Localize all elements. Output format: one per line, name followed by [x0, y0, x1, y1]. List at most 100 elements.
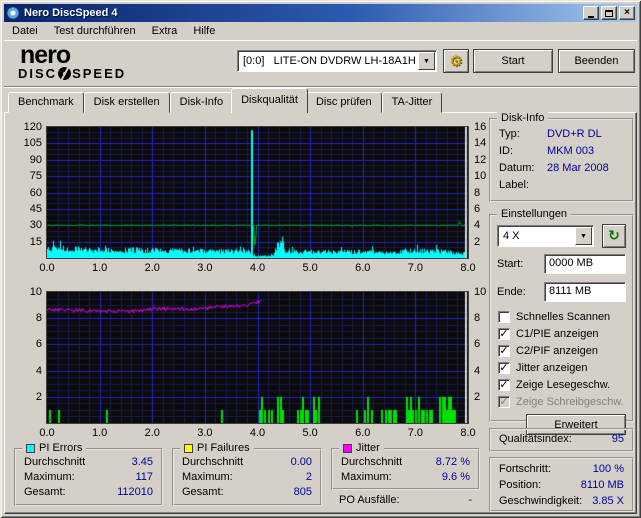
stats-panel-title: PI Errors — [22, 442, 87, 454]
axis-tick-label: 2 — [35, 390, 42, 403]
disc-icon — [58, 67, 72, 80]
stats-value: 2 — [305, 471, 312, 483]
drive-selector[interactable]: [0:0] LITE-ON DVDRW LH-18A1H HL09 ▼ — [237, 50, 437, 72]
tab-benchmark[interactable]: Benchmark — [8, 92, 84, 113]
axis-tick-label: 15 — [29, 235, 42, 248]
stats-panel-title-text: PI Errors — [39, 442, 83, 454]
checkbox-schnelles-scannen[interactable]: Schnelles Scannen — [491, 308, 632, 325]
tab-ta-jitter[interactable]: TA-Jitter — [381, 92, 443, 113]
checkbox-c2-pif-anzeigen[interactable]: ✓ C2/PIF anzeigen — [491, 342, 632, 359]
checkbox-zeige-schreibgeschw-[interactable]: ✓ Zeige Schreibgeschw. — [491, 393, 632, 410]
axis-tick-label: 12 — [474, 153, 487, 166]
start-button-label: Start — [501, 55, 525, 67]
discspeed-logo: DISC SPEED — [18, 66, 126, 81]
stats-value: 8.72 % — [435, 456, 470, 468]
drive-selector-value: [0:0] LITE-ON DVDRW LH-18A1H HL09 — [243, 55, 416, 67]
po-failures-value: - — [468, 494, 472, 506]
axis-tick-label: 4.0 — [249, 427, 266, 439]
quality-index-label: Qualitätsindex: — [499, 433, 572, 445]
checkbox-checked-icon[interactable]: ✓ — [498, 378, 510, 391]
tab-disk-info[interactable]: Disk-Info — [169, 92, 234, 113]
axis-tick-label: 8.0 — [460, 262, 476, 274]
quit-button-label: Beenden — [574, 55, 619, 67]
po-failures-label: PO Ausfälle: — [339, 494, 400, 506]
disk-date-value: 28 Mar 2008 — [547, 162, 609, 174]
stats-label: Durchschnitt — [24, 456, 86, 468]
maximize-button[interactable] — [601, 6, 617, 20]
speed-label: Geschwindigkeit: — [499, 495, 583, 507]
speed-select-value: 4 X — [503, 230, 520, 242]
start-position-field[interactable]: 0000 MB — [544, 254, 626, 274]
axis-tick-label: 8 — [35, 312, 42, 325]
quit-button[interactable]: Beenden — [558, 49, 635, 73]
disk-label-label: Label: — [499, 179, 529, 191]
menu-item-test-durchfuehren[interactable]: Test durchführen — [46, 23, 144, 39]
stats-label: Gesamt: — [24, 486, 66, 498]
disk-id-value: MKM 003 — [547, 145, 595, 157]
checkbox-label: Jitter anzeigen — [516, 361, 588, 374]
checkbox-checked-icon[interactable]: ✓ — [498, 395, 510, 408]
checkbox-label: Zeige Schreibgeschw. — [516, 395, 624, 408]
refresh-button[interactable]: ↻ — [602, 224, 626, 248]
progress-panel: Fortschritt: 100 % Position: 8110 MB Gesch… — [489, 457, 634, 512]
quality-index-value: 95 — [611, 433, 624, 445]
checkbox-checked-icon[interactable]: ✓ — [498, 344, 510, 357]
stats-value: 805 — [293, 486, 312, 498]
checkbox-checked-icon[interactable]: ✓ — [498, 327, 510, 340]
axis-tick-label: 7.0 — [407, 262, 424, 274]
stats-panel-title-text: PI Failures — [197, 442, 250, 454]
tab-disk-erstellen[interactable]: Disk erstellen — [83, 92, 170, 113]
stats-value: 117 — [135, 471, 153, 483]
axis-tick-label: 4 — [35, 364, 42, 377]
end-position-field[interactable]: 8111 MB — [544, 282, 626, 302]
axis-tick-label: 5.0 — [302, 427, 318, 439]
axis-tick-label: 0.0 — [39, 262, 55, 274]
checkbox-label: C1/PIE anzeigen — [516, 327, 599, 340]
close-icon: × — [624, 7, 630, 18]
axis-tick-label: 6.0 — [355, 427, 371, 439]
speed-select[interactable]: 4 X ▼ — [497, 225, 594, 247]
checkbox-zeige-lesegeschw-[interactable]: ✓ Zeige Lesegeschw. — [491, 376, 632, 393]
axis-tick-label: 6 — [474, 202, 481, 215]
stats-row-item: Gesamt: 805 — [174, 485, 320, 500]
tab-diskqualitaet[interactable]: Diskqualität — [231, 88, 308, 113]
app-window: Nero DiscSpeed 4 × Datei Test durchführe… — [0, 0, 641, 518]
disk-date-label: Datum: — [499, 162, 535, 174]
logo-disc-text: DISC — [18, 66, 58, 81]
checkbox-jitter-anzeigen[interactable]: ✓ Jitter anzeigen — [491, 359, 632, 376]
stats-row-item: Maximum: 117 — [16, 470, 161, 485]
chevron-down-icon[interactable]: ▼ — [418, 52, 435, 70]
menu-item-extra[interactable]: Extra — [144, 23, 186, 39]
menu-item-datei[interactable]: Datei — [4, 23, 46, 39]
disk-type-label: Typ: — [499, 128, 520, 140]
checkbox-unchecked-icon[interactable] — [498, 310, 510, 323]
checkbox-label: Zeige Lesegeschw. — [516, 378, 611, 391]
axis-tick-label: 60 — [29, 186, 42, 199]
axis-tick-label: 105 — [23, 137, 42, 150]
tab-disc-pruefen[interactable]: Disc prüfen — [305, 92, 382, 113]
axis-tick-label: 3.0 — [197, 427, 213, 439]
speed-select-arrow-icon[interactable]: ▼ — [575, 227, 592, 245]
disk-type-value: DVD+R DL — [547, 128, 602, 140]
po-failures-row: PO Ausfälle: - — [331, 492, 480, 508]
stats-row-item: Durchschnitt 0.00 — [174, 455, 320, 470]
legend-color-icon — [26, 443, 35, 453]
stats-value: 9.6 % — [441, 471, 470, 483]
minimize-button[interactable] — [583, 6, 599, 20]
position-value: 8110 MB — [580, 479, 624, 491]
axis-tick-label: 30 — [29, 219, 42, 232]
close-button[interactable]: × — [619, 6, 635, 20]
stats-label: Durchschnitt — [341, 456, 403, 468]
stats-label: Maximum: — [341, 471, 392, 483]
axis-tick-label: 75 — [29, 170, 42, 183]
eject-button[interactable]: ⚙ — [443, 49, 469, 73]
start-button[interactable]: Start — [473, 49, 553, 73]
stats-panel-pi-errors: PI Errors Durchschnitt 3.45 Maximum: 117 Gesa… — [14, 442, 163, 506]
axis-tick-label: 16 — [474, 121, 487, 133]
axis-tick-label: 10 — [474, 286, 487, 298]
stats-row-item: Gesamt: 112010 — [16, 485, 161, 500]
checkbox-checked-icon[interactable]: ✓ — [498, 361, 510, 374]
menu-item-hilfe[interactable]: Hilfe — [185, 23, 223, 39]
checkbox-c1-pie-anzeigen[interactable]: ✓ C1/PIE anzeigen — [491, 325, 632, 342]
axis-tick-label: 0.0 — [39, 427, 55, 439]
